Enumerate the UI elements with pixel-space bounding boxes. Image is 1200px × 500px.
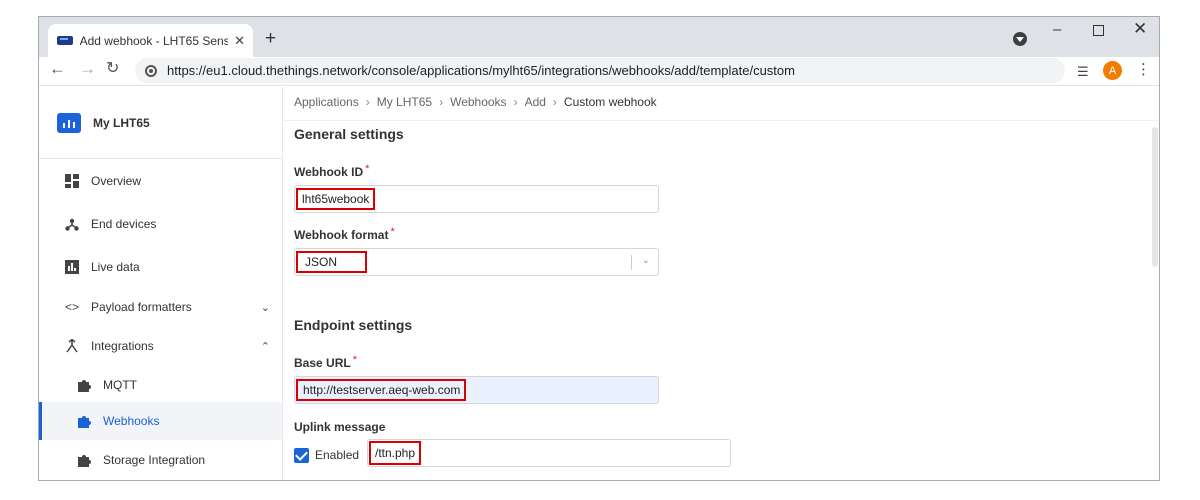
address-bar[interactable]: https://eu1.cloud.thethings.network/cons… (135, 58, 1065, 83)
devices-icon (65, 217, 79, 231)
uplink-path-value: /ttn.php (369, 441, 422, 465)
reload-icon[interactable]: ↻ (106, 61, 119, 77)
breadcrumb-divider (284, 120, 1159, 121)
tab-strip: Add webhook - LHT65 Sensoren ✕ + – ✕ (39, 17, 1159, 57)
sidebar-item-storage-integration[interactable]: Storage Integration (39, 441, 282, 479)
back-arrow-icon[interactable]: ← (49, 60, 66, 77)
required-marker: * (365, 163, 370, 175)
base-url-input[interactable]: http://testserver.aeq-web.com (294, 376, 659, 404)
browser-tab[interactable]: Add webhook - LHT65 Sensoren ✕ (48, 24, 253, 57)
chevron-down-icon[interactable]: ⌄ (642, 255, 650, 266)
breadcrumb-separator-icon: › (365, 95, 370, 109)
breadcrumb-separator-icon: › (552, 95, 557, 109)
maximize-button[interactable] (1093, 25, 1104, 36)
uplink-message-label: Uplink message (294, 420, 386, 434)
code-icon: <> (65, 300, 80, 314)
base-url-label-text: Base URL (294, 356, 351, 370)
sidebar-item-label: Payload formatters (91, 300, 192, 314)
puzzle-icon (77, 414, 91, 428)
breadcrumb-webhooks[interactable]: Webhooks (450, 95, 506, 109)
app-header[interactable]: My LHT65 (39, 87, 282, 159)
sidebar-item-label: Webhooks (103, 414, 160, 428)
tab-title: Add webhook - LHT65 Sensoren (79, 33, 229, 48)
close-window-button[interactable]: ✕ (1133, 20, 1147, 37)
webhook-id-input[interactable]: lht65webook (294, 185, 659, 213)
required-marker: * (390, 226, 395, 238)
tab-search-icon[interactable] (1013, 32, 1027, 46)
minimize-button[interactable]: – (1053, 22, 1061, 37)
new-tab-button[interactable]: + (265, 29, 276, 48)
application-logo-icon (57, 112, 81, 133)
webhook-id-label: Webhook ID * (294, 163, 370, 179)
base-url-label: Base URL * (294, 354, 357, 370)
uplink-enabled-checkbox[interactable] (294, 448, 309, 463)
browser-window: Add webhook - LHT65 Sensoren ✕ + – ✕ ← →… (38, 16, 1160, 481)
breadcrumb-my-lht65[interactable]: My LHT65 (377, 95, 432, 109)
forward-arrow-icon[interactable]: → (79, 60, 96, 77)
app-name: My LHT65 (93, 115, 150, 130)
page-scrollbar[interactable] (1152, 127, 1158, 267)
site-info-icon[interactable] (145, 64, 157, 77)
sidebar-item-label: Integrations (91, 339, 154, 353)
sidebar-item-overview[interactable]: Overview (39, 162, 282, 200)
merge-icon (65, 338, 79, 353)
close-tab-icon[interactable]: ✕ (234, 34, 245, 47)
sidebar-item-label: Overview (91, 174, 142, 188)
sidebar-item-label: End devices (91, 217, 157, 231)
sidebar-item-label: Live data (91, 260, 140, 274)
chevron-up-icon[interactable]: ⌃ (261, 340, 270, 353)
sidebar: My LHT65 Overview End devices Live data … (39, 87, 283, 480)
chevron-down-icon[interactable]: ⌄ (261, 301, 270, 314)
webhook-format-label-text: Webhook format (294, 228, 389, 242)
sidebar-item-live-data[interactable]: Live data (39, 248, 282, 286)
breadcrumb-add[interactable]: Add (525, 95, 546, 109)
uplink-enabled-label[interactable]: Enabled (315, 448, 359, 462)
browser-toolbar: ← → ↻ https://eu1.cloud.thethings.networ… (39, 57, 1159, 86)
grid-icon (65, 174, 79, 188)
chart-icon (65, 260, 79, 274)
sidebar-item-label: Storage Integration (103, 453, 206, 467)
reading-list-icon[interactable]: ☰ (1077, 64, 1089, 80)
browser-menu-icon[interactable]: ⋮ (1136, 62, 1151, 77)
uplink-path-input[interactable]: /ttn.php (367, 439, 731, 467)
main-content: Applications › My LHT65 › Webhooks › Add… (284, 87, 1159, 480)
sidebar-item-mqtt[interactable]: MQTT (39, 366, 282, 404)
url-text[interactable]: https://eu1.cloud.thethings.network/cons… (167, 63, 795, 78)
sidebar-item-payload-formatters[interactable]: <> Payload formatters ⌄ (39, 288, 282, 326)
base-url-value: http://testserver.aeq-web.com (296, 379, 467, 401)
profile-avatar[interactable]: A (1103, 61, 1122, 80)
sidebar-item-integrations[interactable]: Integrations ⌃ (39, 327, 282, 365)
puzzle-icon (77, 453, 91, 467)
general-settings-title: General settings (294, 126, 404, 142)
required-marker: * (352, 354, 357, 366)
breadcrumb-separator-icon: › (513, 95, 518, 109)
webhook-id-label-text: Webhook ID (294, 165, 364, 179)
webhook-format-select[interactable]: JSON ⌄ (294, 248, 659, 276)
breadcrumb: Applications › My LHT65 › Webhooks › Add… (294, 95, 657, 109)
webhook-id-value: lht65webook (296, 188, 376, 210)
breadcrumb-applications[interactable]: Applications (294, 95, 359, 109)
sidebar-item-webhooks[interactable]: Webhooks (39, 402, 282, 440)
ttn-favicon-icon (57, 36, 73, 45)
breadcrumb-separator-icon: › (439, 95, 444, 109)
select-divider (631, 255, 632, 270)
sidebar-item-label: MQTT (103, 378, 137, 392)
sidebar-item-end-devices[interactable]: End devices (39, 205, 282, 243)
breadcrumb-current: Custom webhook (563, 95, 657, 109)
endpoint-settings-title: Endpoint settings (294, 317, 413, 333)
puzzle-icon (77, 378, 91, 392)
webhook-format-label: Webhook format * (294, 226, 395, 242)
webhook-format-value: JSON (296, 251, 367, 273)
